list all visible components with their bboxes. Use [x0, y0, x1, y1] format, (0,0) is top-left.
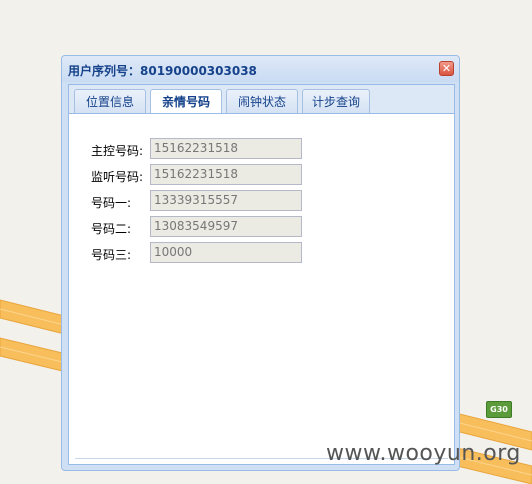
form-row-number-two: 号码二: 13083549597 — [69, 216, 369, 238]
form-row-number-one: 号码一: 13339315557 — [69, 190, 369, 212]
family-numbers-panel: 主控号码: 15162231518 监听号码: 15162231518 号码一:… — [68, 113, 455, 465]
tab-location-info[interactable]: 位置信息 — [74, 89, 146, 115]
dialog-title: 用户序列号：80190000303038 — [68, 64, 257, 78]
number-three-label: 号码三: — [91, 248, 132, 262]
close-icon: ✕ — [441, 62, 452, 75]
monitor-number-field[interactable]: 15162231518 — [150, 164, 302, 185]
number-one-label: 号码一: — [91, 196, 132, 210]
close-button[interactable]: ✕ — [439, 61, 454, 76]
watermark-text: www.wooyun.org — [326, 441, 521, 466]
form-row-monitor-number: 监听号码: 15162231518 — [69, 164, 369, 186]
number-three-field[interactable]: 10000 — [150, 242, 302, 263]
monitor-number-label: 监听号码: — [91, 170, 144, 184]
form-row-master-number: 主控号码: 15162231518 — [69, 138, 369, 160]
number-one-field[interactable]: 13339315557 — [150, 190, 302, 211]
highway-g30-badge: G30 — [486, 401, 512, 418]
dialog-header[interactable]: 用户序列号：80190000303038 ✕ — [62, 56, 459, 82]
tab-pedometer-query[interactable]: 计步查询 — [302, 89, 370, 115]
form-row-number-three: 号码三: 10000 — [69, 242, 369, 264]
number-two-label: 号码二: — [91, 222, 132, 236]
user-info-dialog: 用户序列号：80190000303038 ✕ 位置信息 亲情号码 闹钟状态 计步… — [61, 55, 460, 471]
number-two-field[interactable]: 13083549597 — [150, 216, 302, 237]
tab-strip: 位置信息 亲情号码 闹钟状态 计步查询 — [68, 84, 455, 116]
master-number-field[interactable]: 15162231518 — [150, 138, 302, 159]
master-number-label: 主控号码: — [91, 144, 144, 158]
tab-alarm-status[interactable]: 闹钟状态 — [226, 89, 298, 115]
tab-family-numbers[interactable]: 亲情号码 — [150, 89, 222, 116]
